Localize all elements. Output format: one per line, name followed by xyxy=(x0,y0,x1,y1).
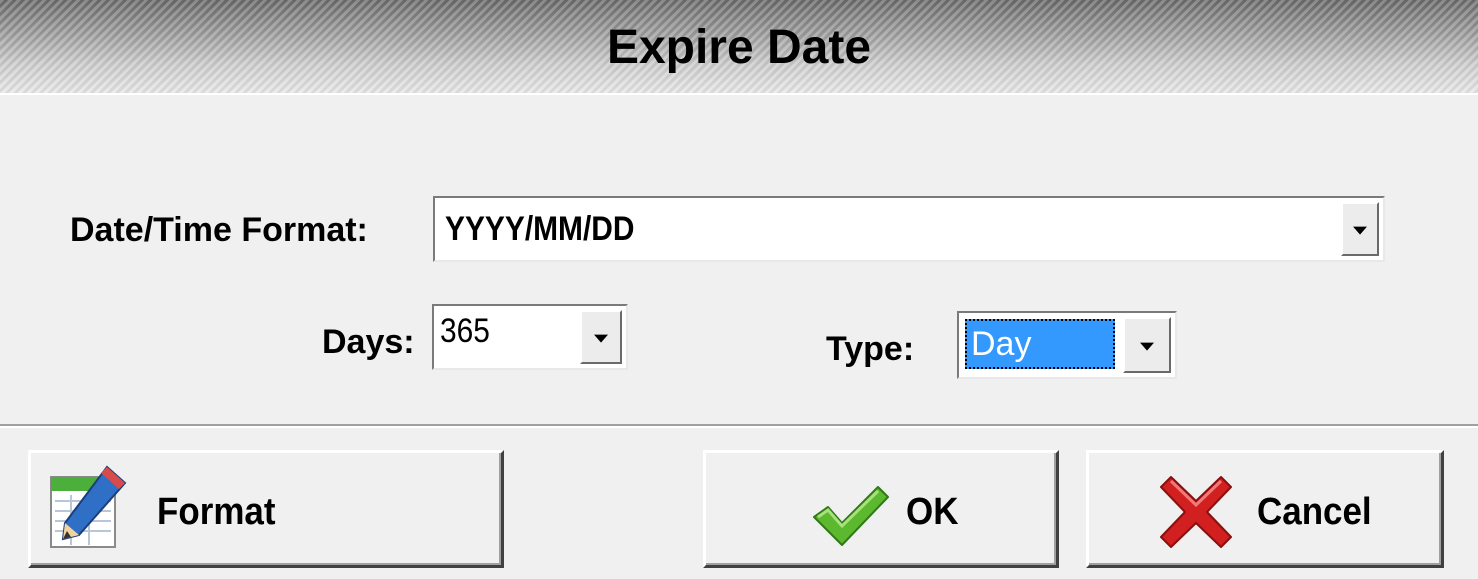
type-select[interactable]: Day xyxy=(957,311,1177,379)
date-format-dropdown-button[interactable] xyxy=(1341,202,1379,256)
days-value: 365 xyxy=(440,312,490,350)
format-button[interactable]: Format xyxy=(28,450,504,568)
ok-button[interactable]: OK xyxy=(703,450,1059,568)
type-label: Type: xyxy=(826,330,915,368)
cancel-button-label: Cancel xyxy=(1257,491,1372,533)
separator xyxy=(0,424,1478,428)
date-format-label: Date/Time Format: xyxy=(70,211,368,249)
days-input[interactable]: 365 xyxy=(432,304,628,370)
checkmark-icon xyxy=(810,481,890,549)
cancel-button[interactable]: Cancel xyxy=(1086,450,1444,568)
format-button-label: Format xyxy=(157,491,276,533)
ok-button-label: OK xyxy=(906,491,959,533)
days-label: Days: xyxy=(322,323,415,361)
dialog-title: Expire Date xyxy=(606,21,872,74)
title-bar: Expire Date xyxy=(0,0,1478,95)
days-dropdown-button[interactable] xyxy=(580,310,622,364)
red-x-icon xyxy=(1157,473,1235,551)
edit-pencil-icon xyxy=(45,461,135,553)
date-format-select[interactable]: YYYY/MM/DD xyxy=(433,196,1385,262)
date-format-value: YYYY/MM/DD xyxy=(445,210,635,248)
type-value: Day xyxy=(965,319,1115,369)
type-dropdown-button[interactable] xyxy=(1123,317,1171,373)
